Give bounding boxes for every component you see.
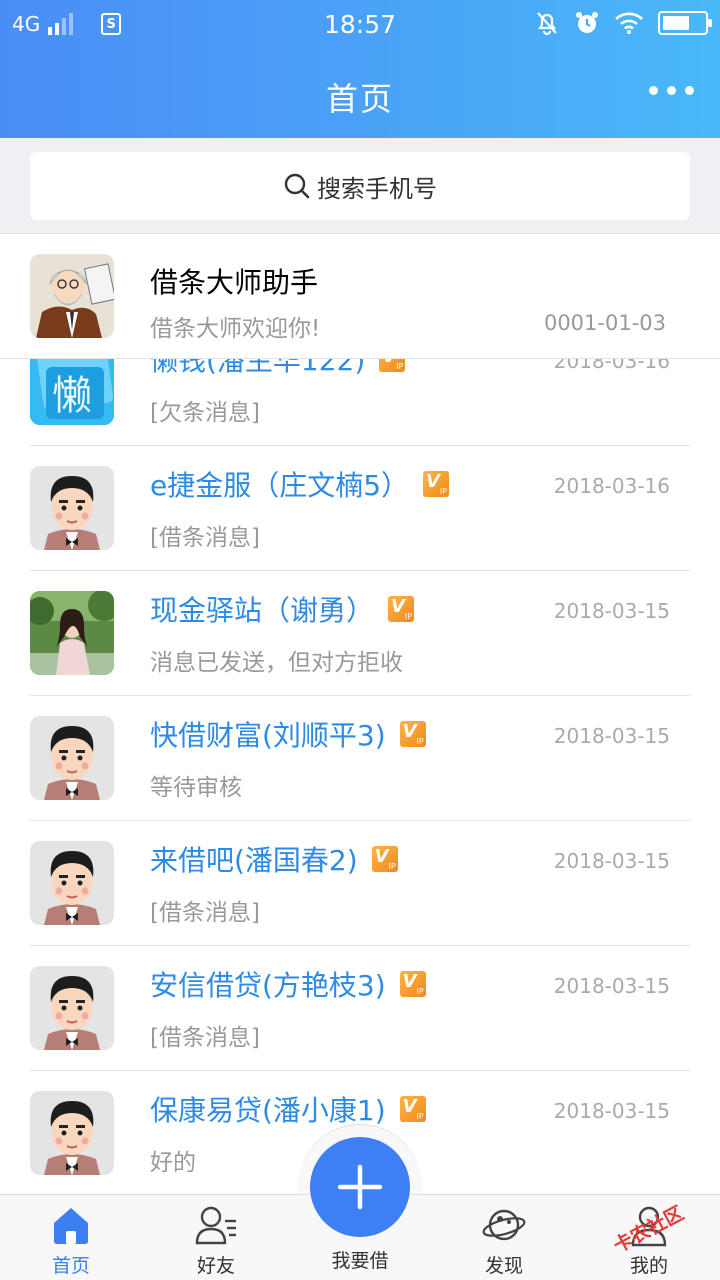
list-item[interactable]: 懒 懒钱(潘生华122) VIP [欠条消息] 2018-03-16 bbox=[0, 359, 720, 446]
vip-badge-icon: VIP bbox=[399, 1096, 426, 1122]
contact-name: e捷金服（庄文楠5） V IP bbox=[150, 469, 450, 502]
mute-bell-icon bbox=[537, 12, 557, 36]
cartoon-avatar bbox=[30, 466, 114, 550]
cartoon-avatar bbox=[30, 966, 114, 1050]
app-logo-avatar: 懒 bbox=[30, 359, 114, 425]
svg-text:懒: 懒 bbox=[52, 373, 92, 419]
cartoon-avatar bbox=[30, 841, 114, 925]
cartoon-avatar bbox=[30, 1091, 114, 1175]
vip-badge-icon: VIP bbox=[423, 471, 450, 497]
friends-icon bbox=[195, 1206, 236, 1245]
search-area: 搜索手机号 bbox=[0, 138, 720, 234]
message-preview: [欠条消息] bbox=[150, 400, 260, 426]
contact-name: 快借财富(刘顺平3) V IP bbox=[150, 719, 426, 752]
more-dot-icon bbox=[685, 86, 694, 95]
search-icon bbox=[284, 173, 310, 199]
list-item[interactable]: 快借财富(刘顺平3) V IP 等待审核 2018-03-15 bbox=[0, 696, 720, 821]
plus-icon bbox=[337, 1164, 383, 1210]
message-preview: [借条消息] bbox=[150, 900, 260, 926]
contact-name: 现金驿站（谢勇） V IP bbox=[150, 594, 415, 627]
more-options-button[interactable] bbox=[649, 86, 694, 95]
wifi-icon bbox=[615, 12, 643, 34]
page-title: 首页 bbox=[325, 80, 394, 118]
tab-label: 发现 bbox=[484, 1255, 523, 1277]
list-item[interactable]: 来借吧(潘国春2) V IP [借条消息] 2018-03-15 bbox=[0, 821, 720, 946]
search-input[interactable]: 搜索手机号 bbox=[30, 152, 690, 220]
vip-badge-icon: VIP bbox=[388, 596, 415, 622]
more-dot-icon bbox=[667, 86, 676, 95]
message-date: 2018-03-16 bbox=[553, 359, 670, 373]
assistant-date: 0001-01-03 bbox=[543, 311, 666, 335]
message-preview: [借条消息] bbox=[150, 525, 260, 551]
cartoon-avatar bbox=[30, 716, 114, 800]
photo-avatar bbox=[30, 591, 114, 675]
message-preview: 消息已发送，但对方拒收 bbox=[150, 650, 403, 676]
message-date: 2018-03-16 bbox=[553, 474, 670, 498]
search-placeholder: 搜索手机号 bbox=[317, 174, 437, 203]
assistant-row[interactable]: 借条大师助手 借条大师欢迎你! 0001-01-03 bbox=[0, 235, 720, 359]
contact-name: 保康易贷(潘小康1) V IP bbox=[150, 1094, 426, 1127]
app-header: 4G S 18:57 首页 bbox=[0, 0, 720, 138]
status-bar: 4G S 18:57 bbox=[0, 0, 720, 50]
message-date: 2018-03-15 bbox=[553, 599, 670, 623]
tab-label: 首页 bbox=[51, 1255, 90, 1277]
more-dot-icon bbox=[649, 86, 658, 95]
contact-name: 安信借贷(方艳枝3) V IP bbox=[150, 969, 426, 1002]
planet-icon bbox=[482, 1209, 526, 1241]
battery-icon bbox=[658, 11, 712, 35]
tab-borrow-label[interactable]: 我要借 bbox=[300, 1246, 420, 1273]
message-date: 2018-03-15 bbox=[553, 1099, 670, 1123]
contact-name: 懒钱(潘生华122) VIP bbox=[150, 359, 406, 379]
vip-badge-icon: VIP bbox=[371, 846, 398, 872]
alarm-icon bbox=[576, 12, 598, 33]
assistant-name: 借条大师助手 bbox=[150, 266, 319, 299]
tab-label: 好友 bbox=[196, 1255, 235, 1277]
assistant-avatar bbox=[30, 254, 114, 338]
list-item[interactable]: 现金驿站（谢勇） V IP 消息已发送，但对方拒收 2018-03-15 bbox=[0, 571, 720, 696]
message-preview: 等待审核 bbox=[150, 775, 242, 801]
vip-badge-icon: VIP bbox=[379, 359, 406, 372]
message-preview: 好的 bbox=[150, 1150, 196, 1176]
message-preview: [借条消息] bbox=[150, 1025, 260, 1051]
tab-discover[interactable]: 发现 bbox=[449, 1203, 559, 1278]
tab-home[interactable]: 首页 bbox=[16, 1203, 126, 1278]
message-date: 2018-03-15 bbox=[553, 974, 670, 998]
borrow-fab-button[interactable] bbox=[310, 1137, 410, 1237]
tab-friends[interactable]: 好友 bbox=[161, 1203, 271, 1278]
vip-badge-icon: VIP bbox=[399, 971, 426, 997]
contact-name: 来借吧(潘国春2) V IP bbox=[150, 844, 398, 877]
message-date: 2018-03-15 bbox=[553, 724, 670, 748]
list-item[interactable]: 安信借贷(方艳枝3) V IP [借条消息] 2018-03-15 bbox=[0, 946, 720, 1071]
vip-badge-icon: VIP bbox=[399, 721, 426, 747]
message-list: 懒 懒钱(潘生华122) VIP [欠条消息] 2018-03-16 bbox=[0, 359, 720, 1194]
list-item[interactable]: e捷金服（庄文楠5） V IP [借条消息] 2018-03-16 bbox=[0, 446, 720, 571]
message-date: 2018-03-15 bbox=[553, 849, 670, 873]
assistant-message: 借条大师欢迎你! bbox=[150, 316, 321, 342]
home-icon bbox=[54, 1208, 88, 1244]
